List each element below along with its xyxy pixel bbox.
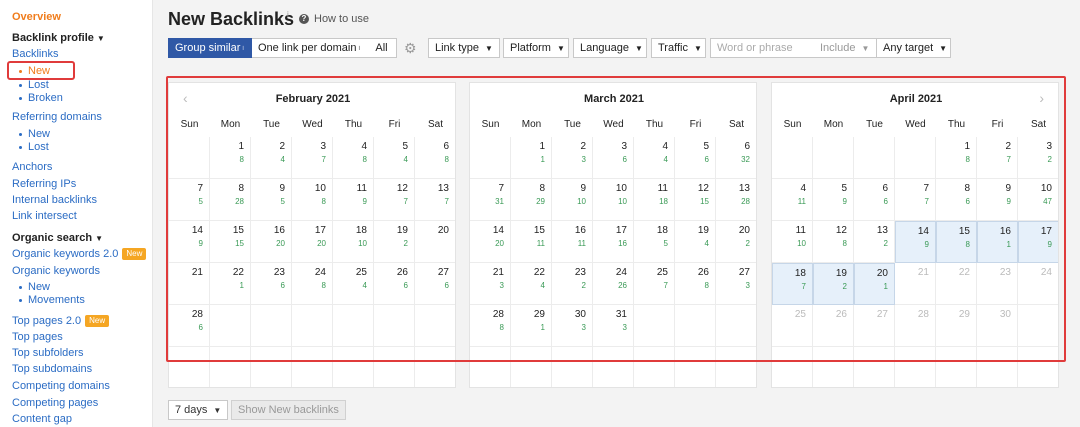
sidebar-item-top-pages-2[interactable]: Top pages 2.0 New xyxy=(12,314,110,328)
group-similar-button[interactable]: Group similar i xyxy=(168,38,253,58)
link-type-dropdown[interactable]: Link type ▼ xyxy=(428,38,500,58)
bullet-icon xyxy=(19,285,22,289)
new-badge: New xyxy=(122,248,147,260)
info-icon: i xyxy=(358,44,361,52)
button-label: All xyxy=(375,42,388,54)
dropdown-label: Platform xyxy=(510,42,551,54)
info-icon: i xyxy=(242,44,244,52)
sidebar-item-internal-backlinks[interactable]: Internal backlinks xyxy=(12,193,97,207)
bullet-icon xyxy=(19,83,22,87)
sidebar-item-top-pages[interactable]: Top pages xyxy=(12,330,63,344)
question-icon: ? xyxy=(299,14,309,24)
sidebar-item-label: Lost xyxy=(28,141,49,153)
sidebar-item-label: Top pages 2.0 xyxy=(12,315,82,327)
one-link-per-domain-button[interactable]: One link per domain i xyxy=(252,38,368,58)
sidebar-item-top-subfolders[interactable]: Top subfolders xyxy=(12,346,84,360)
sidebar-item-link-intersect[interactable]: Link intersect xyxy=(12,209,77,223)
dropdown-label: Any target xyxy=(883,42,934,54)
bullet-icon xyxy=(19,96,22,100)
sidebar-item-label: New xyxy=(28,128,51,140)
sidebar-item-label: Movements xyxy=(28,294,85,306)
caret-down-icon: ▼ xyxy=(693,43,702,53)
sidebar-item-backlinks[interactable]: Backlinks xyxy=(12,47,58,61)
sidebar-item-competing-pages[interactable]: Competing pages xyxy=(12,396,98,410)
caret-down-icon: ▼ xyxy=(485,43,493,53)
sidebar-item-label: Lost xyxy=(28,79,49,91)
sidebar-item-ok-new[interactable]: New xyxy=(19,280,50,294)
sidebar-item-ok-movements[interactable]: Movements xyxy=(19,293,85,307)
sidebar-item-label: Broken xyxy=(28,92,63,104)
gear-icon[interactable]: ⚙ xyxy=(404,40,417,57)
dropdown-label: Link type xyxy=(435,42,480,54)
caret-down-icon: ▼ xyxy=(556,43,565,53)
sidebar-item-backlinks-broken[interactable]: Broken xyxy=(19,91,63,105)
dropdown-label: Language xyxy=(580,42,629,54)
sidebar-item-competing-domains[interactable]: Competing domains xyxy=(12,379,110,393)
page-title: New Backlinks xyxy=(168,9,295,29)
caret-down-icon: ▼ xyxy=(861,43,870,53)
how-to-label: How to use xyxy=(314,13,370,25)
sidebar-item-anchors[interactable]: Anchors xyxy=(12,160,52,174)
sidebar-item-content-gap[interactable]: Content gap xyxy=(12,412,72,426)
dropdown-label: Include xyxy=(820,42,856,54)
caret-down-icon: ▼ xyxy=(213,405,222,415)
sidebar-item-label: New xyxy=(28,281,51,293)
days-range-dropdown[interactable]: 7 days ▼ xyxy=(168,400,229,420)
sidebar-item-label: Organic keywords 2.0 xyxy=(12,248,119,260)
include-dropdown[interactable]: Include ▼ xyxy=(814,38,877,58)
how-to-use-link[interactable]: ? How to use xyxy=(299,13,369,25)
sidebar-item-backlinks-lost[interactable]: Lost xyxy=(19,78,49,92)
bullet-icon xyxy=(19,145,22,149)
section-label: Backlink profile xyxy=(12,32,94,44)
bullet-icon xyxy=(19,298,22,302)
caret-down-icon: ▼ xyxy=(96,34,105,43)
calendar-highlight-frame xyxy=(166,76,1066,362)
section-label: Organic search xyxy=(12,232,93,244)
button-label: Group similar xyxy=(175,42,241,54)
sidebar-section-backlink-profile[interactable]: Backlink profile ▼ xyxy=(12,31,105,46)
info-icon[interactable]: i xyxy=(287,10,289,19)
show-new-backlinks-button[interactable]: Show New backlinks xyxy=(231,400,346,420)
dropdown-label: 7 days xyxy=(175,404,208,416)
sidebar-item-organic-keywords-2[interactable]: Organic keywords 2.0 New xyxy=(12,247,147,261)
bullet-icon xyxy=(19,132,22,136)
sidebar-item-referring-domains[interactable]: Referring domains xyxy=(12,110,102,124)
sidebar: Overview Backlink profile ▼ Backlinks New… xyxy=(0,0,153,427)
platform-dropdown[interactable]: Platform ▼ xyxy=(503,38,569,58)
traffic-dropdown[interactable]: Traffic ▼ xyxy=(651,38,706,58)
sidebar-item-overview[interactable]: Overview xyxy=(12,10,61,24)
any-target-dropdown[interactable]: Any target ▼ xyxy=(876,38,951,58)
sidebar-section-organic-search[interactable]: Organic search ▼ xyxy=(12,231,103,246)
new-badge: New xyxy=(85,315,110,327)
sidebar-item-top-subdomains[interactable]: Top subdomains xyxy=(12,362,92,376)
language-dropdown[interactable]: Language ▼ xyxy=(573,38,647,58)
caret-down-icon: ▼ xyxy=(95,234,104,243)
search-input[interactable]: Word or phrase xyxy=(710,38,815,58)
sidebar-item-rd-lost[interactable]: Lost xyxy=(19,140,49,154)
sidebar-item-rd-new[interactable]: New xyxy=(19,127,50,141)
caret-down-icon: ▼ xyxy=(634,43,643,53)
dropdown-label: Traffic xyxy=(658,42,688,54)
button-label: One link per domain xyxy=(258,42,357,54)
sidebar-item-referring-ips[interactable]: Referring IPs xyxy=(12,177,76,191)
caret-down-icon: ▼ xyxy=(939,43,948,53)
all-button[interactable]: All xyxy=(367,38,397,58)
sidebar-item-organic-keywords[interactable]: Organic keywords xyxy=(12,264,100,278)
